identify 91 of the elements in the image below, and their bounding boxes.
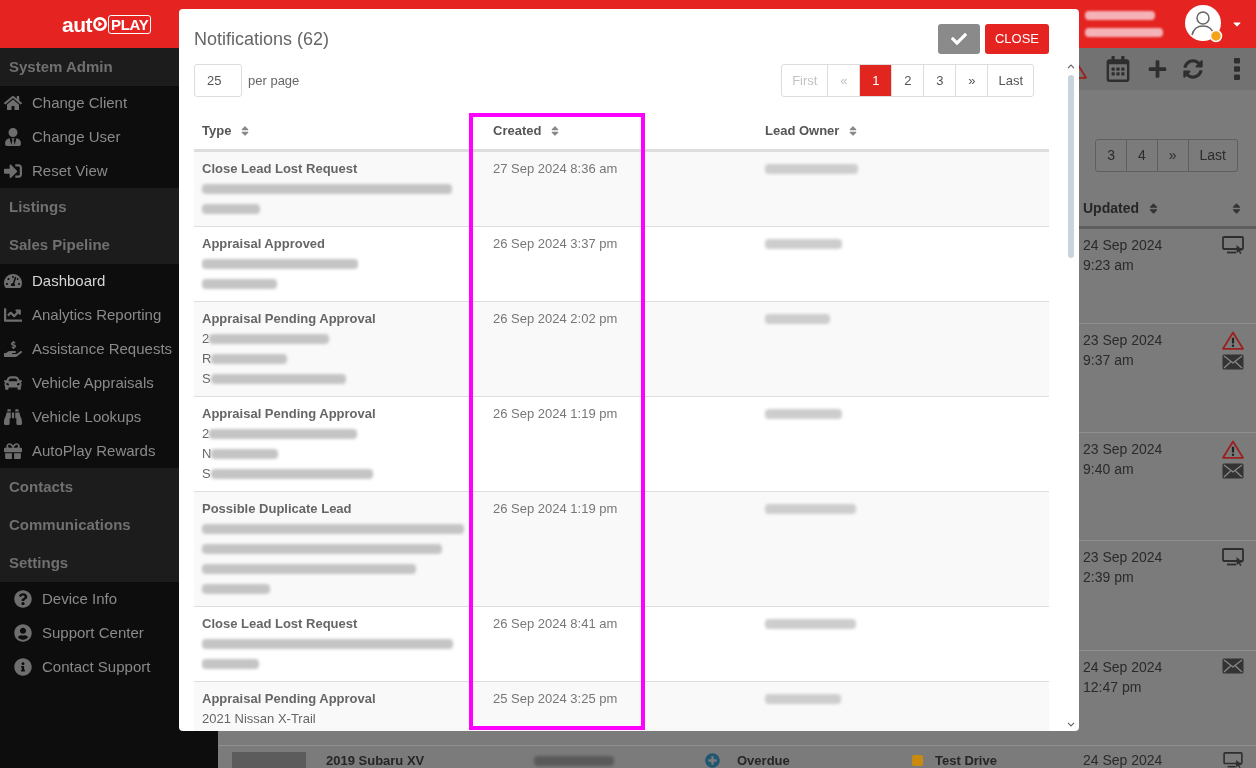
notification-type: Appraisal Pending Approval	[202, 690, 376, 708]
envelope-icon	[1222, 463, 1244, 479]
play-icon	[93, 17, 107, 31]
column-header[interactable]: Updated	[1083, 197, 1220, 219]
detail-text: 2021 Nissan X-Trail	[202, 710, 316, 728]
dialog-title: Notifications (62)	[194, 27, 330, 51]
notification-type: Close Lead Lost Request	[202, 160, 358, 178]
updated-time: 12:47 pm	[1083, 678, 1142, 697]
page-button[interactable]: Last	[1187, 140, 1237, 171]
warning-icon	[1222, 440, 1244, 459]
updated-date: 23 Sep 2024	[1083, 548, 1163, 567]
notification-type: Close Lead Lost Request	[202, 615, 358, 633]
redacted-text: N	[202, 444, 279, 464]
updated-date: 23 Sep 2024	[1083, 331, 1163, 350]
monitor-cursor-icon	[1222, 236, 1244, 254]
redacted-text	[765, 314, 830, 324]
per-page-label: per page	[248, 71, 300, 90]
logo-badge: PLAY	[108, 14, 152, 34]
page-button[interactable]: 1	[859, 65, 892, 96]
notification-type: Appraisal Pending Approval	[202, 310, 376, 328]
calendar-icon[interactable]	[1106, 56, 1130, 82]
plus-icon[interactable]	[1148, 59, 1167, 79]
scrollbar-thumb[interactable]	[1068, 75, 1074, 258]
close-button[interactable]: CLOSE	[985, 24, 1049, 54]
sidebar-item[interactable]: Contact Support	[0, 650, 218, 684]
created-date: 26 Sep 2024 1:19 pm	[493, 406, 618, 421]
help-icon	[14, 590, 32, 608]
sidebar-item[interactable]: Dashboard	[0, 264, 218, 298]
redacted-text: S	[202, 369, 346, 389]
sort-icon	[241, 125, 250, 137]
home-icon	[4, 94, 22, 112]
notification-type: Appraisal Pending Approval	[202, 405, 376, 423]
binoculars-icon	[4, 408, 22, 426]
column-header[interactable]: Type	[202, 121, 250, 141]
updated-date: 24 Sep 2024	[1083, 658, 1163, 677]
confirm-button[interactable]	[938, 24, 980, 54]
page-button[interactable]: 4	[1125, 140, 1157, 171]
scroll-down-icon[interactable]	[1067, 722, 1075, 727]
refresh-icon[interactable]	[1183, 59, 1203, 79]
chart-icon	[4, 306, 22, 324]
gift-icon	[4, 442, 22, 460]
updated-date: 24 Sep 2024	[1083, 753, 1163, 768]
column-header[interactable]: Created	[493, 121, 560, 141]
page-button[interactable]: 3	[923, 65, 956, 96]
page-button[interactable]: 2	[891, 65, 924, 96]
scroll-up-icon[interactable]	[1067, 64, 1075, 69]
page-button[interactable]: »	[1156, 140, 1188, 171]
created-date: 25 Sep 2024 3:25 pm	[493, 691, 618, 706]
envelope-icon	[1222, 658, 1244, 674]
vehicle-name: 2019 Subaru XV	[326, 753, 425, 768]
created-date: 26 Sep 2024 2:02 pm	[493, 311, 618, 326]
redacted-text: 2	[202, 424, 358, 444]
sort-icon[interactable]	[1232, 201, 1241, 215]
created-date: 26 Sep 2024 1:19 pm	[493, 501, 618, 516]
page-button[interactable]: 3	[1096, 140, 1126, 171]
updated-time: 9:40 am	[1083, 460, 1134, 479]
user-icon	[4, 128, 22, 146]
updated-time: 9:37 am	[1083, 351, 1134, 370]
monitor-cursor-icon	[1222, 548, 1244, 566]
updated-time: 9:23 am	[1083, 256, 1134, 275]
sign-in-icon	[4, 162, 22, 180]
envelope-icon	[1222, 354, 1244, 370]
per-page-field[interactable]: 25	[194, 64, 242, 97]
page-button[interactable]: Last	[987, 65, 1033, 96]
sidebar-item[interactable]: Device Info	[0, 582, 218, 616]
sort-icon	[1149, 201, 1158, 215]
page-button[interactable]: »	[955, 65, 988, 96]
created-date: 26 Sep 2024 8:41 am	[493, 616, 618, 631]
sort-icon	[551, 125, 560, 137]
created-date: 27 Sep 2024 8:36 am	[493, 161, 618, 176]
created-date: 26 Sep 2024 3:37 pm	[493, 236, 618, 251]
info-icon	[14, 658, 32, 676]
avatar-icon[interactable]	[1185, 5, 1223, 43]
redacted-text: 2	[202, 329, 330, 349]
hand-coin-icon	[4, 340, 22, 358]
redacted-text	[1085, 11, 1155, 20]
column-header[interactable]: Lead Owner	[765, 121, 858, 141]
sort-icon	[849, 125, 858, 137]
more-icon[interactable]	[1234, 58, 1240, 80]
redacted-text: R	[202, 349, 288, 369]
logo-text: aut	[62, 13, 92, 35]
warning-icon	[1222, 331, 1244, 350]
check-icon	[950, 31, 968, 47]
gauge-icon	[4, 272, 22, 290]
updated-date: 24 Sep 2024	[1083, 236, 1163, 255]
type-text: Test Drive	[935, 753, 997, 768]
updated-date: 23 Sep 2024	[1083, 440, 1163, 459]
car-icon	[4, 374, 22, 392]
updated-time: 2:39 pm	[1083, 568, 1134, 587]
status-text: Overdue	[737, 753, 790, 768]
monitor-cursor-icon	[1222, 752, 1244, 768]
